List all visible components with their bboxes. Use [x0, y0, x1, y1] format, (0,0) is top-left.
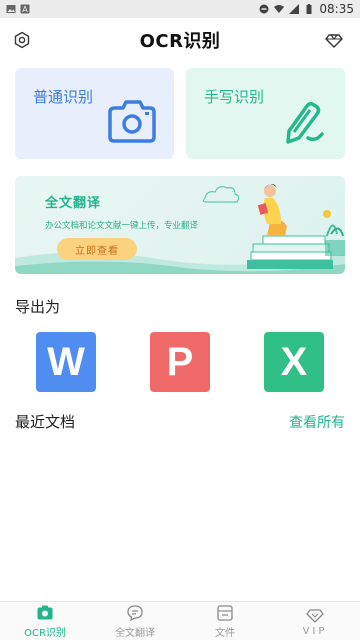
app-header: OCR识别: [0, 18, 360, 62]
dnd-icon: [259, 4, 269, 14]
nav-label-ocr: OCR识别: [24, 627, 66, 639]
status-bar: A 08:35: [0, 0, 360, 18]
nav-item-files[interactable]: 文件: [180, 602, 270, 640]
svg-text:A: A: [22, 5, 28, 14]
nav-item-translation[interactable]: 全文翻译: [90, 602, 180, 640]
view-now-button[interactable]: 立即查看: [57, 238, 137, 260]
general-recognition-label: 普通识别: [33, 88, 94, 106]
camera-icon: [108, 100, 156, 143]
general-recognition-card[interactable]: 普通识别: [15, 68, 174, 159]
full-translation-banner[interactable]: 全文翻译 办公文档和论文文献一键上传，专业翻译 立即查看: [15, 176, 345, 274]
folder-icon: [217, 604, 233, 621]
app-a-icon: A: [20, 4, 30, 14]
export-title: 导出为: [15, 298, 61, 316]
diamond-icon[interactable]: [324, 30, 344, 50]
battery-icon: [306, 4, 312, 14]
nav-item-ocr[interactable]: OCR识别: [0, 602, 90, 640]
image-icon: [6, 5, 16, 13]
nav-label-files: 文件: [215, 627, 235, 639]
nav-label-vip: VIP: [302, 625, 328, 637]
pen-icon: [286, 101, 324, 144]
status-time: 08:35: [319, 2, 354, 16]
settings-hex-icon[interactable]: [12, 30, 32, 50]
see-all-link[interactable]: 查看所有: [289, 412, 345, 432]
export-ppt-button[interactable]: P: [150, 332, 210, 392]
camera-icon: [37, 605, 53, 619]
handwriting-recognition-card[interactable]: 手写识别: [186, 68, 345, 159]
chat-icon: [127, 604, 143, 621]
diamond-icon: [306, 608, 324, 623]
nav-label-translation: 全文翻译: [115, 627, 155, 639]
banner-subtitle: 办公文档和论文文献一键上传，专业翻译: [45, 221, 199, 231]
signal-icon: [289, 4, 300, 14]
handwriting-recognition-label: 手写识别: [204, 88, 265, 106]
notification-icons: A: [6, 4, 30, 14]
bottom-nav: OCR识别 全文翻译 文件 VIP: [0, 601, 360, 640]
page-title: OCR识别: [139, 31, 221, 52]
export-excel-button[interactable]: X: [264, 332, 324, 392]
banner-title: 全文翻译: [45, 196, 102, 211]
export-word-button[interactable]: W: [36, 332, 96, 392]
wifi-icon: [274, 5, 285, 13]
recent-docs-title: 最近文档: [15, 413, 76, 431]
nav-item-vip[interactable]: VIP: [270, 602, 360, 640]
